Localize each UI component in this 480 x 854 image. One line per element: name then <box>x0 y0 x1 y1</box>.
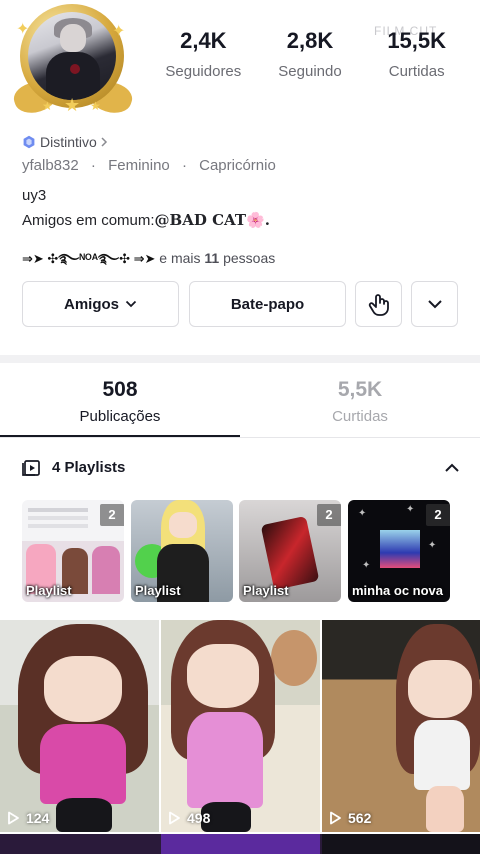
following-count: 2,8K <box>286 28 334 53</box>
posts-count: 508 <box>102 378 138 401</box>
badge-link[interactable]: Distintivo <box>22 134 109 150</box>
playlist-card[interactable]: 2 Playlist <box>239 500 341 602</box>
liked-count: 5,5K <box>337 378 383 401</box>
playlist-name: minha oc nova <box>352 583 444 598</box>
friends-list-row[interactable]: ⇒➤ ✣࿐ᴺᴼᴬ࿐✣ ⇒➤ e mais 11 pessoas <box>22 244 275 281</box>
video-views-count: 498 <box>187 810 211 826</box>
teddy-bear <box>271 630 317 686</box>
mutual-friends-prefix: Amigos em comum: <box>22 212 155 229</box>
star-icon: ★ <box>64 95 81 115</box>
star-icon: ★ <box>90 99 101 113</box>
stat-following[interactable]: 2,8K Seguindo <box>257 28 364 80</box>
playlist-card[interactable]: Playlist <box>131 500 233 602</box>
followers-count: 2,4K <box>180 28 227 53</box>
chevron-down-icon <box>427 300 442 309</box>
friend-name: ⇒➤ ✣࿐ᴺᴼᴬ࿐✣ ⇒➤ <box>22 251 156 266</box>
zodiac-tag: Capricórnio <box>199 157 276 174</box>
playlist-name: Playlist <box>243 583 289 598</box>
playlist-name: Playlist <box>26 583 72 598</box>
playlists-title: 4 Playlists <box>52 459 126 476</box>
playlist-card[interactable]: 2 Playlist <box>22 500 124 602</box>
stat-followers[interactable]: 2,4K Seguidores <box>150 28 257 80</box>
video-thumbnail[interactable]: 498 <box>161 620 320 832</box>
likes-count: 15,5K <box>387 28 447 53</box>
badge-label: Distintivo <box>40 134 97 150</box>
chevron-up-icon[interactable] <box>444 463 460 473</box>
playlists-header[interactable]: 4 Playlists <box>22 459 460 476</box>
likes-label: Curtidas <box>388 63 445 80</box>
play-icon <box>8 811 19 825</box>
playlist-count: 2 <box>426 504 450 526</box>
following-label: Seguindo <box>278 63 342 80</box>
next-row-thumbnails[interactable] <box>0 834 480 854</box>
playlist-card[interactable]: ✦ ✦ ✦ ✦ 2 minha oc nova <box>348 500 450 602</box>
separator-dot: · <box>181 157 187 174</box>
playlist-count: 2 <box>317 504 341 526</box>
video-views-count: 562 <box>348 810 372 826</box>
hand-tap-icon <box>368 294 389 316</box>
video-thumbnail[interactable]: 124 <box>0 620 159 832</box>
friends-more-suffix: pessoas <box>223 250 276 266</box>
posts-label: Publicações <box>79 408 161 425</box>
profile-info-row: yfalb832 · Feminino · Capricórnio <box>22 157 276 174</box>
playlist-count: 2 <box>100 504 124 526</box>
star-icon: ★ <box>42 99 53 113</box>
liked-label: Curtidas <box>332 408 388 425</box>
play-icon <box>330 811 341 825</box>
mutual-friends[interactable]: Amigos em comum:@BAD CAT🌸. <box>22 211 270 229</box>
profile-stats: 2,4K Seguidores 2,8K Seguindo 15,5K Curt… <box>150 28 470 80</box>
play-icon <box>169 811 180 825</box>
section-divider <box>0 355 480 363</box>
friends-more-prefix: e mais <box>159 250 201 266</box>
friends-more-count: 11 <box>204 250 220 266</box>
playlist-icon <box>22 459 40 476</box>
video-views: 124 <box>6 810 49 826</box>
gender-tag: Feminino <box>108 157 170 174</box>
mutual-friend-name: @BAD CAT🌸. <box>154 211 270 229</box>
profile-avatar[interactable]: ✦ ✦ ★ ★ ★ <box>10 4 136 120</box>
chat-button[interactable]: Bate-papo <box>189 281 346 327</box>
poke-button[interactable] <box>355 281 402 327</box>
friends-button[interactable]: Amigos <box>22 281 179 327</box>
chevron-down-icon <box>125 300 137 308</box>
separator-dot: · <box>90 157 96 174</box>
chat-button-label: Bate-papo <box>230 295 305 313</box>
stat-likes[interactable]: 15,5K Curtidas <box>363 28 470 80</box>
tab-posts[interactable]: 508 Publicações <box>0 378 240 425</box>
badge-icon <box>23 135 35 149</box>
video-thumbnail[interactable]: 562 <box>322 620 480 832</box>
chevron-right-icon <box>101 137 107 147</box>
avatar-image <box>28 12 116 100</box>
star-icon: ✦ <box>112 23 126 40</box>
username: yfalb832 <box>22 157 79 174</box>
video-views: 562 <box>328 810 371 826</box>
followers-label: Seguidores <box>165 63 242 80</box>
video-views: 498 <box>167 810 210 826</box>
profile-bio: uy3 <box>22 187 47 204</box>
tabs-divider <box>0 437 480 438</box>
friends-button-label: Amigos <box>63 295 119 313</box>
more-options-button[interactable] <box>411 281 458 327</box>
video-views-count: 124 <box>26 810 50 826</box>
tab-likes[interactable]: 5,5K Curtidas <box>240 378 480 425</box>
playlist-name: Playlist <box>135 583 181 598</box>
star-icon: ✦ <box>16 21 30 38</box>
